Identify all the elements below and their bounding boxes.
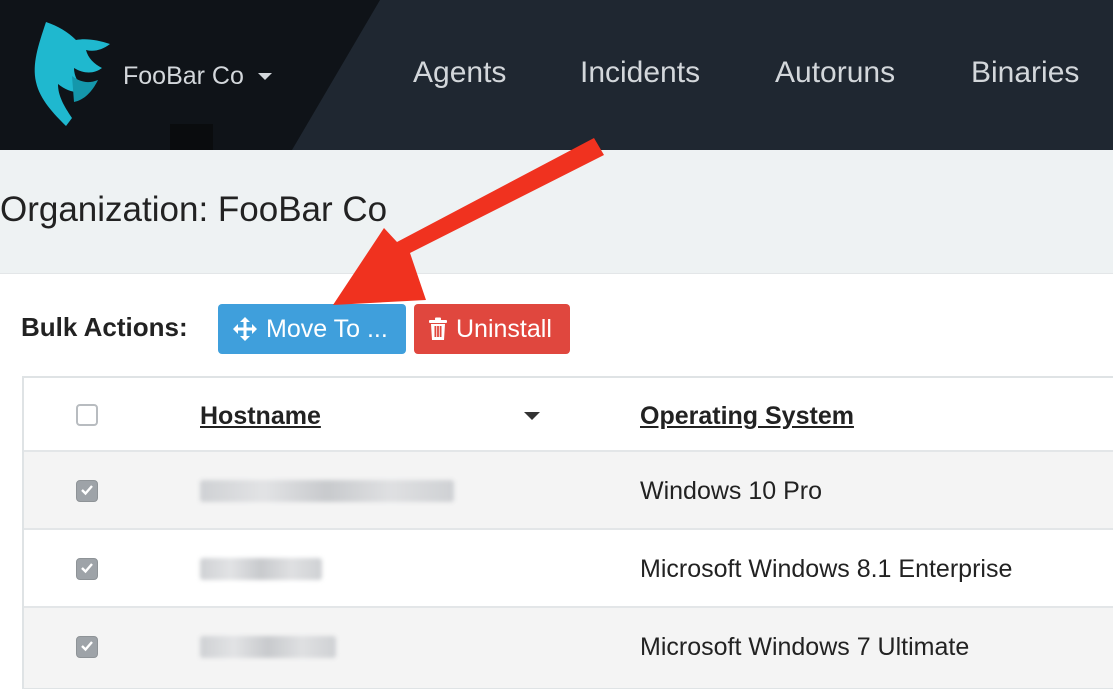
table-row[interactable]: Microsoft Windows 7 Ultimate [24, 608, 1113, 688]
top-navbar: FooBar Co Agents Incidents Autoruns Bina… [0, 0, 1113, 150]
org-switcher[interactable]: FooBar Co [123, 58, 272, 94]
move-to-button-label: Move To ... [266, 314, 388, 343]
move-to-button[interactable]: Move To ... [218, 304, 406, 354]
operating-system-cell: Windows 10 Pro [640, 477, 823, 505]
table-header-row: Hostname Operating System [24, 378, 1113, 452]
column-header-operating-system[interactable]: Operating System [640, 402, 854, 431]
trash-icon [429, 317, 447, 340]
hostname-redacted [200, 480, 454, 502]
operating-system-cell: Microsoft Windows 7 Ultimate [640, 633, 970, 661]
move-icon [233, 317, 257, 341]
nav-incidents[interactable]: Incidents [580, 56, 700, 90]
bulk-actions-label: Bulk Actions: [21, 312, 188, 342]
operating-system-cell: Microsoft Windows 8.1 Enterprise [640, 555, 1013, 583]
sort-caret-icon[interactable] [524, 412, 540, 420]
nav-binaries[interactable]: Binaries [971, 56, 1079, 90]
select-all-checkbox[interactable] [76, 404, 98, 426]
table-row[interactable]: Windows 10 Pro [24, 452, 1113, 530]
check-icon [81, 563, 93, 574]
caret-down-icon [257, 72, 272, 80]
nav-autoruns[interactable]: Autoruns [775, 56, 895, 90]
agents-table: Hostname Operating System Windows 10 Pro… [22, 376, 1113, 689]
row-checkbox[interactable] [76, 558, 98, 580]
navbar-notch [170, 124, 213, 150]
uninstall-button[interactable]: Uninstall [414, 304, 570, 354]
uninstall-button-label: Uninstall [456, 314, 552, 343]
logo-icon [34, 22, 110, 126]
org-switcher-label: FooBar Co [123, 61, 244, 90]
nav-agents[interactable]: Agents [413, 56, 506, 90]
row-checkbox[interactable] [76, 480, 98, 502]
row-checkbox[interactable] [76, 636, 98, 658]
hostname-redacted [200, 636, 336, 658]
check-icon [81, 485, 93, 496]
page-title: Organization: FooBar Co [0, 190, 388, 229]
check-icon [81, 641, 93, 652]
table-row[interactable]: Microsoft Windows 8.1 Enterprise [24, 530, 1113, 608]
hostname-redacted [200, 558, 322, 580]
column-header-hostname[interactable]: Hostname [200, 402, 321, 431]
